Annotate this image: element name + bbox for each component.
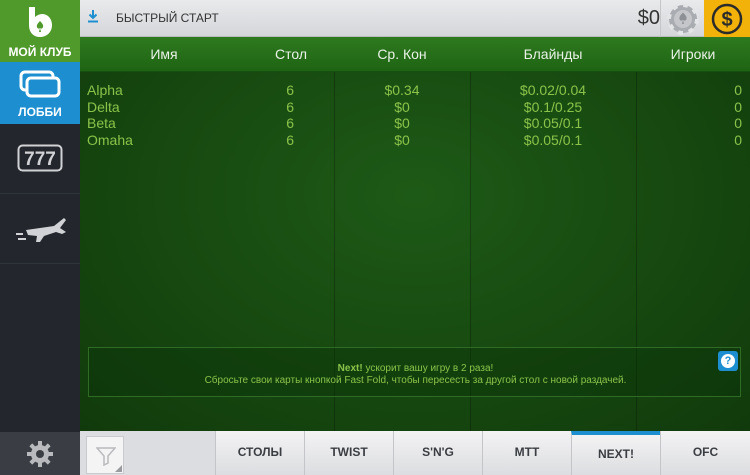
lobby-table-area: Имя Стол Ср. Кон Блайнды Игроки Alpha 6 … — [80, 37, 750, 431]
row-avg-pot: $0 — [394, 98, 410, 115]
row-name: Beta — [87, 115, 116, 131]
lobby-cards-icon — [19, 70, 61, 98]
promo-text: Сбросьте свои карты кнопкой Fast Fold, ч… — [204, 375, 627, 386]
next-promo-box: Next! ускорит вашу игру в 2 раза! Сбрось… — [88, 347, 741, 397]
row-name: Omaha — [87, 131, 133, 148]
tab-twist[interactable]: TWIST — [304, 431, 393, 475]
header-avg-pot[interactable]: Ср. Кон — [334, 37, 470, 72]
row-blinds: $0.05/0.1 — [523, 115, 583, 131]
row-players: 0 — [734, 98, 742, 115]
slots-777-icon: 777 — [17, 144, 63, 172]
header-table[interactable]: Стол — [248, 37, 334, 72]
airplane-icon — [16, 218, 66, 242]
quick-start-button[interactable] — [80, 0, 106, 36]
sidebar: МОЙ КЛУБ ЛОББИ 777 — [0, 0, 88, 475]
row-table-size: 6 — [286, 115, 294, 131]
table-row[interactable]: Beta 6 $0 $0.05/0.1 0 — [80, 115, 750, 132]
help-icon: ? — [721, 354, 735, 368]
row-players: 0 — [734, 82, 742, 98]
svg-text:$: $ — [721, 9, 732, 31]
lobby-label: ЛОББИ — [18, 105, 62, 119]
row-table-size: 6 — [286, 98, 294, 115]
dollar-coin-icon: $ — [711, 3, 743, 35]
gear-icon — [27, 441, 53, 467]
download-icon — [88, 10, 98, 23]
header-blinds[interactable]: Блайнды — [470, 37, 636, 72]
header-name[interactable]: Имя — [80, 37, 248, 72]
my-club-button[interactable]: МОЙ КЛУБ — [0, 0, 80, 62]
bottom-bar: СТОЛЫ TWIST S'N'G MTT NEXT! OFC — [80, 431, 750, 475]
table-header: Имя Стол Ср. Кон Блайнды Игроки — [80, 37, 750, 72]
row-table-size: 6 — [286, 131, 294, 148]
row-blinds: $0.1/0.25 — [523, 98, 583, 115]
balance-amount: $0 — [637, 7, 660, 29]
row-table-size: 6 — [286, 82, 294, 98]
aviator-button[interactable] — [0, 194, 80, 264]
row-avg-pot: $0 — [394, 115, 410, 131]
row-blinds: $0.02/0.04 — [519, 82, 587, 98]
filter-button[interactable] — [86, 436, 124, 474]
filter-funnel-icon — [96, 447, 116, 466]
table-row[interactable]: Omaha 6 $0 $0.05/0.1 0 — [80, 132, 750, 149]
poker-chip-button[interactable] — [660, 0, 704, 37]
row-avg-pot: $0 — [394, 131, 410, 148]
club-logo-icon — [29, 7, 52, 37]
header-players[interactable]: Игроки — [636, 37, 750, 72]
tab-ofc[interactable]: OFC — [660, 431, 750, 475]
promo-title-rest: ускорит вашу игру в 2 раза! — [362, 363, 494, 374]
my-club-label: МОЙ КЛУБ — [8, 45, 72, 59]
promo-title-bold: Next! — [337, 363, 363, 374]
row-players: 0 — [734, 115, 742, 131]
row-players: 0 — [734, 131, 742, 148]
tab-next[interactable]: NEXT! — [571, 431, 660, 475]
poker-chip-icon — [667, 3, 699, 35]
row-name: Alpha — [87, 82, 123, 98]
row-blinds: $0.05/0.1 — [523, 131, 583, 148]
dropdown-corner — [115, 465, 122, 472]
table-row[interactable]: Delta 6 $0 $0.1/0.25 0 — [80, 99, 750, 116]
cashier-button[interactable]: $ — [704, 0, 750, 37]
quick-start-label[interactable]: БЫСТРЫЙ СТАРТ — [116, 11, 219, 25]
lobby-button[interactable]: ЛОББИ — [0, 62, 88, 124]
row-name: Delta — [87, 98, 120, 115]
svg-text:777: 777 — [24, 149, 56, 170]
row-avg-pot: $0.34 — [384, 82, 420, 98]
tab-tables[interactable]: СТОЛЫ — [215, 431, 304, 475]
tab-sng[interactable]: S'N'G — [393, 431, 482, 475]
top-bar: БЫСТРЫЙ СТАРТ $0 $ — [80, 0, 750, 37]
slots-button[interactable]: 777 — [0, 124, 80, 194]
help-button[interactable]: ? — [718, 351, 738, 371]
promo-title: Next! ускорит вашу игру в 2 раза! — [89, 363, 742, 374]
tab-mtt[interactable]: MTT — [482, 431, 571, 475]
table-row[interactable]: Alpha 6 $0.34 $0.02/0.04 0 — [80, 82, 750, 99]
game-type-tabs: СТОЛЫ TWIST S'N'G MTT NEXT! OFC — [215, 431, 750, 475]
settings-button[interactable] — [0, 432, 80, 475]
table-rows: Alpha 6 $0.34 $0.02/0.04 0 Delta 6 $0 $0… — [80, 82, 750, 148]
